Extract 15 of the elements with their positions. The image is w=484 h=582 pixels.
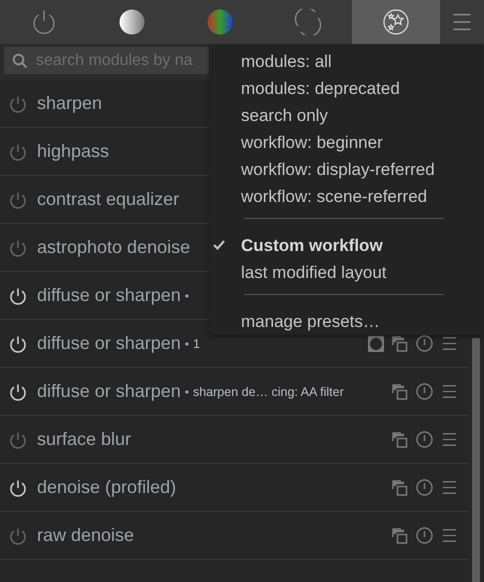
module-name: contrast equalizer	[37, 189, 180, 210]
instance-label: 1	[192, 336, 200, 350]
instance-dot: •	[184, 336, 189, 350]
instance-dot: •	[184, 288, 189, 302]
module-name: diffuse or sharpen	[37, 381, 181, 402]
module-name: diffuse or sharpen	[37, 285, 181, 306]
module-name: diffuse or sharpen	[37, 333, 181, 354]
instance-label: sharpen de… cing: AA filter	[192, 384, 344, 398]
module-name: surface blur	[37, 429, 132, 450]
module-name: sharpen	[37, 93, 102, 114]
module-name: astrophoto denoise	[37, 237, 190, 258]
instance-dot: •	[184, 384, 189, 398]
module-name: denoise (profiled)	[37, 477, 176, 498]
module-name: raw denoise	[37, 525, 134, 546]
module-name: highpass	[37, 141, 110, 162]
